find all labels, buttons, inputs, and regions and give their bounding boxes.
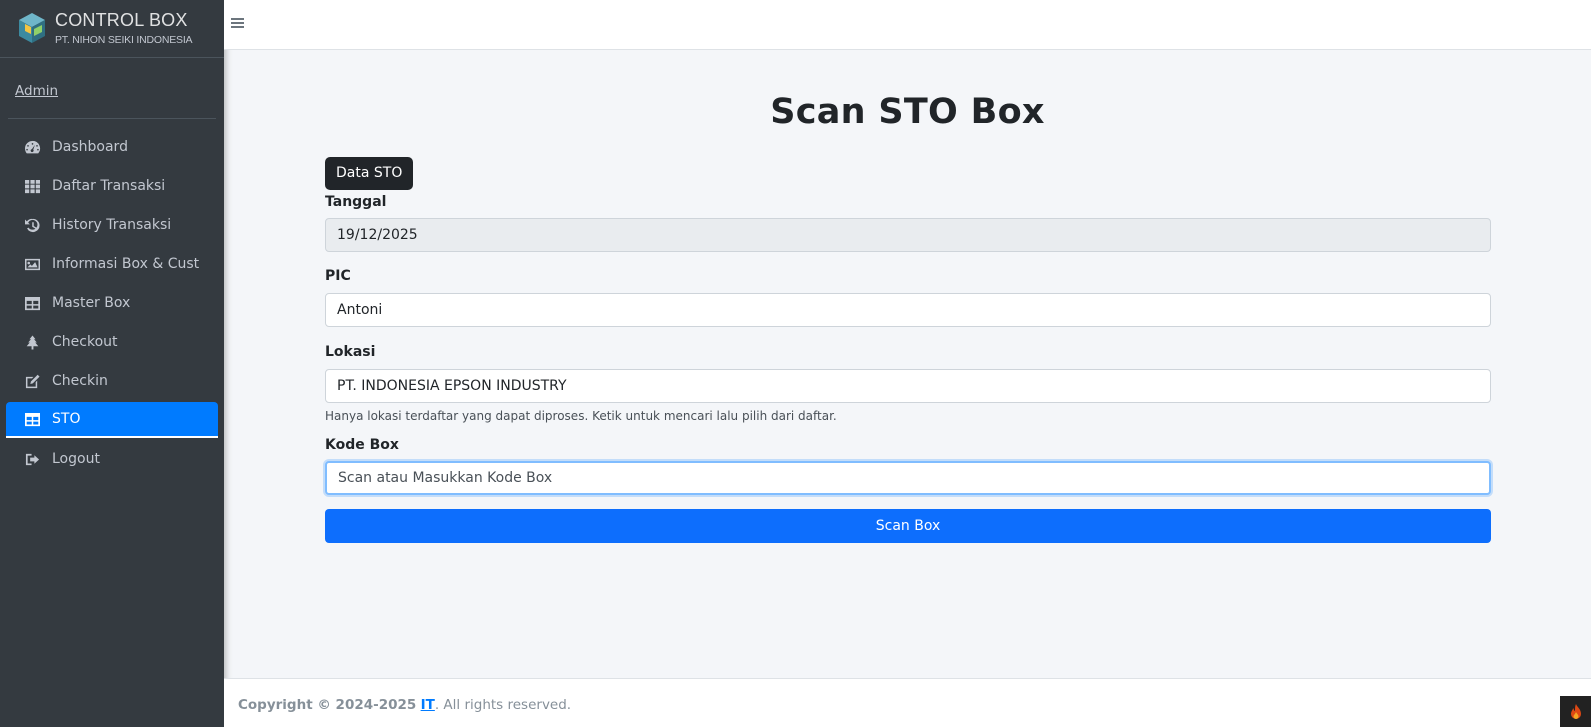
kode-box-input[interactable]: Scan atau Masukkan Kode Box xyxy=(325,461,1491,495)
sidebar-item-informasi-box[interactable]: Informasi Box & Cust xyxy=(6,246,218,282)
pic-value: Antoni xyxy=(337,302,383,318)
table-icon xyxy=(23,411,42,427)
user-name-link[interactable]: Admin xyxy=(15,83,58,99)
tanggal-field[interactable]: 19/12/2025 xyxy=(325,218,1491,252)
sidebar-item-label: Dashboard xyxy=(52,139,128,155)
scan-box-button[interactable]: Scan Box xyxy=(325,509,1491,543)
sidebar-item-sto[interactable]: STO xyxy=(6,402,218,438)
tachometer-icon xyxy=(23,139,42,155)
sidebar-item-checkin[interactable]: Checkin xyxy=(6,363,218,399)
sidebar: CONTROL BOX PT. NIHON SEIKI INDONESIA Ad… xyxy=(0,0,224,727)
sidebar-item-dashboard[interactable]: Dashboard xyxy=(6,129,218,165)
data-sto-button[interactable]: Data STO xyxy=(325,157,414,190)
sidebar-nav: Dashboard Daftar Transaksi History Trans… xyxy=(0,119,224,477)
image-icon xyxy=(23,256,42,272)
brand-link[interactable]: CONTROL BOX PT. NIHON SEIKI INDONESIA xyxy=(0,0,224,58)
sidebar-item-label: STO xyxy=(52,411,81,427)
top-navbar xyxy=(224,0,1591,50)
sidebar-item-label: Daftar Transaksi xyxy=(52,178,166,194)
user-panel: Admin xyxy=(8,58,216,119)
sidebar-item-label: History Transaksi xyxy=(52,217,172,233)
brand-title: CONTROL BOX xyxy=(55,10,188,30)
sidebar-item-label: Informasi Box & Cust xyxy=(52,256,200,272)
table-icon xyxy=(23,295,42,311)
content-wrapper: Scan STO Box Data STO Tanggal 19/12/2025… xyxy=(224,50,1591,678)
tree-icon xyxy=(23,334,42,350)
box-logo-icon xyxy=(19,13,45,43)
page-title: Scan STO Box xyxy=(770,92,1045,132)
hamburger-menu-icon[interactable] xyxy=(231,16,245,30)
sign-out-icon xyxy=(23,451,42,467)
sidebar-item-label: Checkout xyxy=(52,334,118,350)
sidebar-item-checkout[interactable]: Checkout xyxy=(6,324,218,360)
lokasi-label: Lokasi xyxy=(325,344,376,360)
history-icon xyxy=(23,217,42,233)
footer-copyright: Copyright © 2024-2025 xyxy=(238,697,417,713)
kode-box-placeholder: Scan atau Masukkan Kode Box xyxy=(338,470,553,486)
brand-subtitle: PT. NIHON SEIKI INDONESIA xyxy=(55,34,193,46)
sidebar-item-logout[interactable]: Logout xyxy=(6,441,218,477)
tanggal-label: Tanggal xyxy=(325,194,387,210)
sto-form: Data STO Tanggal 19/12/2025 PIC Antoni L… xyxy=(325,157,1491,543)
sidebar-item-master-box[interactable]: Master Box xyxy=(6,285,218,321)
pic-label: PIC xyxy=(325,268,351,284)
grid-icon xyxy=(23,178,42,194)
lokasi-help-text: Hanya lokasi terdaftar yang dapat dipros… xyxy=(325,409,837,423)
tanggal-value: 19/12/2025 xyxy=(337,227,418,243)
flame-icon xyxy=(1570,703,1581,719)
sidebar-item-label: Checkin xyxy=(52,373,108,389)
pic-field[interactable]: Antoni xyxy=(325,293,1491,327)
footer-it-link[interactable]: IT xyxy=(421,697,435,713)
sidebar-item-daftar-transaksi[interactable]: Daftar Transaksi xyxy=(6,168,218,204)
edit-icon xyxy=(23,373,42,389)
footer: Copyright © 2024-2025 IT. All rights res… xyxy=(224,678,1591,727)
kode-box-label: Kode Box xyxy=(325,437,399,453)
debug-toolbar-toggle[interactable] xyxy=(1560,696,1591,727)
sidebar-item-label: Logout xyxy=(52,451,100,467)
lokasi-field[interactable]: PT. INDONESIA EPSON INDUSTRY xyxy=(325,369,1491,403)
lokasi-value: PT. INDONESIA EPSON INDUSTRY xyxy=(337,378,567,394)
footer-rights: . All rights reserved. xyxy=(434,697,572,713)
sidebar-item-history-transaksi[interactable]: History Transaksi xyxy=(6,207,218,243)
sidebar-item-label: Master Box xyxy=(52,295,131,311)
